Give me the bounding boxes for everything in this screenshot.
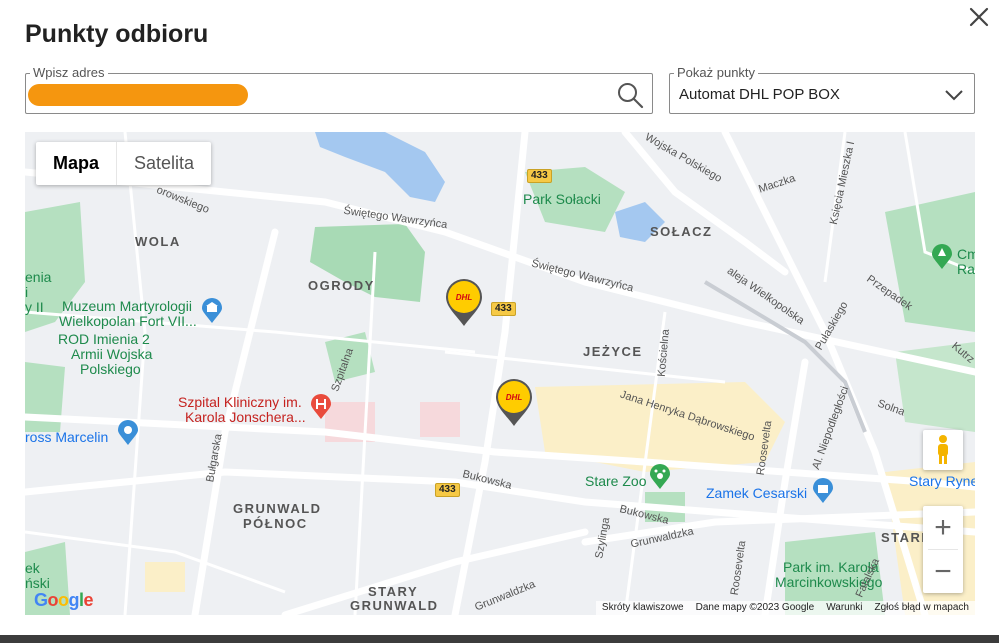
zoom-out-button[interactable]: − (923, 550, 963, 593)
points-legend: Pokaż punkty (674, 65, 759, 81)
map-label-stare-zoo: Stare Zoo (585, 473, 647, 489)
map-label-solacz: SOŁACZ (650, 224, 713, 239)
map-label-cm: Cm (957, 246, 975, 262)
points-select[interactable]: Pokaż punkty Automat DHL POP BOX (669, 65, 975, 114)
map-attribution: Skróty klawiszowe Dane mapy ©2023 Google… (595, 601, 975, 615)
map-label-left-3: y II (25, 299, 44, 315)
dhl-logo-text: DHL (506, 393, 523, 402)
route-433-badge: 433 (527, 169, 552, 183)
map-label-ra: Ra (957, 261, 975, 277)
route-433-badge: 433 (435, 483, 460, 497)
map-label-grunwald: GRUNWALD (233, 501, 322, 516)
map-label-rod-2: Armii Wojska (71, 346, 153, 362)
castle-icon[interactable] (812, 478, 834, 504)
map-type-map-button[interactable]: Mapa (36, 142, 116, 185)
google-logo[interactable]: Google (34, 590, 94, 611)
map-label-hospital-1: Szpital Kliniczny im. (178, 394, 302, 410)
map-label-left-1: enia (25, 269, 52, 285)
dhl-logo-text: DHL (456, 293, 473, 302)
map-label-jezyce: JEŻYCE (583, 344, 643, 359)
address-input[interactable] (32, 84, 612, 106)
dhl-pop-box-marker[interactable]: DHL (444, 277, 484, 327)
search-icon[interactable] (616, 81, 644, 109)
report-error-link[interactable]: Zgłoś błąd w mapach (875, 601, 970, 615)
bottom-bar (0, 635, 999, 643)
map-label-left-4: ek (25, 560, 40, 576)
map-type-control: Mapa Satelita (36, 142, 212, 185)
close-icon (969, 7, 989, 27)
cemetery-icon[interactable] (931, 244, 953, 270)
map-label-hospital-2: Karola Jonschera... (185, 409, 306, 425)
points-selected-value: Automat DHL POP BOX (679, 86, 840, 103)
close-button[interactable] (966, 4, 992, 30)
map-label-park-solacki: Park Sołacki (523, 191, 601, 207)
zoo-icon[interactable] (649, 464, 671, 490)
chevron-down-icon (945, 90, 963, 101)
route-433-badge: 433 (491, 302, 516, 316)
zoom-in-button[interactable]: + (923, 506, 963, 549)
map[interactable]: WOLA OGRODY SOŁACZ JEŻYCE GRUNWALD PÓŁNO… (25, 132, 975, 615)
map-label-rod-1: ROD Imienia 2 (58, 331, 150, 347)
hospital-icon[interactable] (310, 394, 332, 420)
dialog-title: Punkty odbioru (25, 20, 209, 48)
map-label-wola: WOLA (135, 234, 181, 249)
sports-venue-icon[interactable] (117, 420, 139, 446)
address-legend: Wpisz adres (30, 65, 108, 81)
map-label-polnoc: PÓŁNOC (243, 516, 308, 531)
keyboard-shortcuts-link[interactable]: Skróty klawiszowe (602, 601, 684, 615)
pickup-points-dialog: Punkty odbioru Wpisz adres Pokaż punkty … (0, 0, 999, 635)
map-label-stary: STARY (368, 584, 419, 599)
pegman-icon (938, 435, 948, 464)
map-label-rod-3: Polskiego (80, 361, 141, 377)
address-field[interactable]: Wpisz adres (25, 65, 653, 114)
terms-link[interactable]: Warunki (826, 601, 862, 615)
map-type-satellite-button[interactable]: Satelita (116, 142, 211, 185)
museum-icon[interactable] (201, 298, 223, 324)
dhl-pop-box-marker[interactable]: DHL (494, 377, 534, 427)
map-label-left-2: i (25, 284, 29, 300)
map-label-stary-rynek: Stary Ryne (909, 473, 975, 489)
map-label-museum-2: Wielkopolan Fort VII... (59, 313, 197, 329)
zoom-control: + − (923, 506, 963, 593)
map-data-text: Dane mapy ©2023 Google (695, 602, 815, 613)
map-label-stary-grunwald: GRUNWALD (350, 598, 439, 613)
map-label-museum-1: Muzeum Martyrologii (62, 298, 192, 314)
map-label-zamek: Zamek Cesarski (706, 485, 808, 501)
street-view-button[interactable] (923, 430, 963, 470)
map-label-ogrody: OGRODY (308, 278, 375, 293)
map-label-marcelin: ross Marcelin (25, 429, 109, 445)
map-label-left-5: ński (25, 575, 50, 591)
